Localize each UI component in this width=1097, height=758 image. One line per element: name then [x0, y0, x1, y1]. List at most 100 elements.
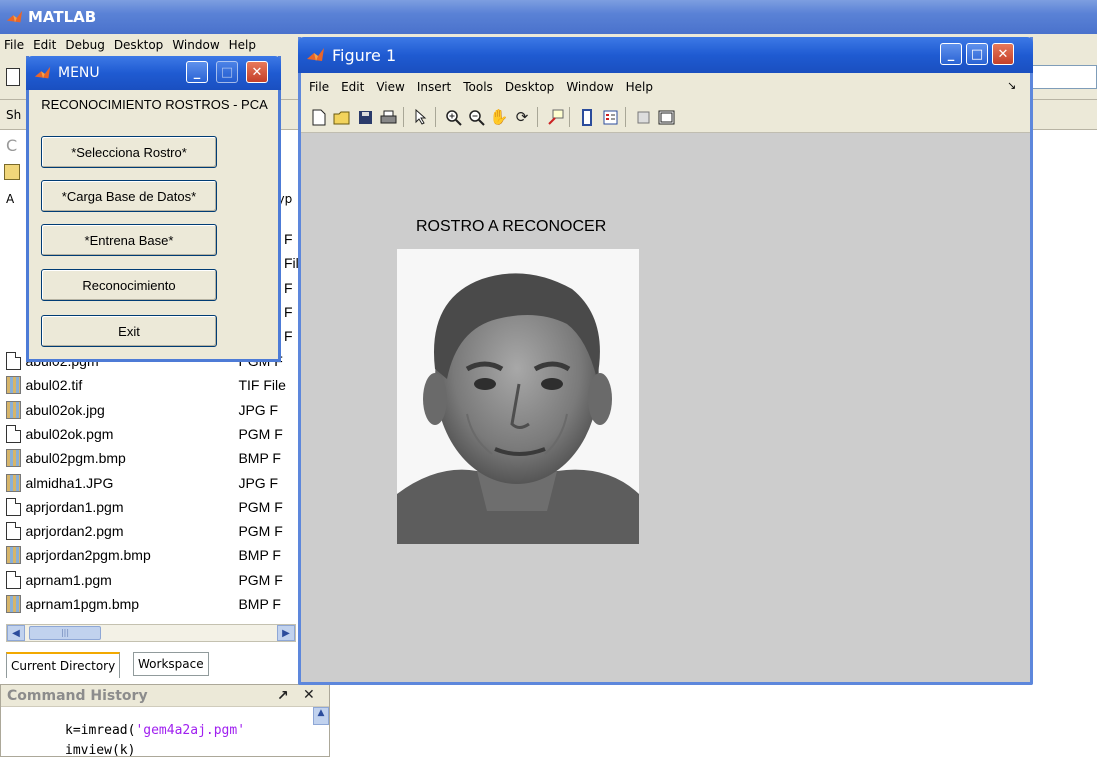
select-face-button[interactable]: *Selecciona Rostro*: [41, 136, 217, 168]
zoom-in-icon[interactable]: [443, 107, 463, 127]
up-folder-icon[interactable]: [4, 164, 20, 180]
close-button[interactable]: ✕: [992, 43, 1014, 65]
toolbar-separator: [537, 107, 538, 127]
file-list-item[interactable]: aprjordan1.pgm PGM F: [6, 496, 296, 518]
scroll-thumb[interactable]: |||: [29, 626, 101, 640]
file-list-item[interactable]: aprnam1pgm.bmp BMP F: [6, 593, 296, 615]
recognition-button[interactable]: Reconocimiento: [41, 269, 217, 301]
file-name: aprjordan2pgm.bmp: [25, 547, 151, 564]
figure-toolbar: ✋ ⟳: [301, 101, 1030, 133]
shortcuts-label[interactable]: Sh: [6, 108, 21, 122]
document-file-icon: [6, 497, 22, 516]
file-name: abul02pgm.bmp: [25, 450, 126, 467]
matlab-menu-edit[interactable]: Edit: [33, 38, 56, 52]
file-list-item[interactable]: aprjordan2pgm.bmp BMP F: [6, 544, 296, 566]
hide-plot-tools-icon[interactable]: [633, 107, 653, 127]
image-file-icon: [6, 473, 22, 492]
zoom-out-icon[interactable]: [466, 107, 486, 127]
document-file-icon: [6, 424, 22, 443]
document-file-icon: [6, 522, 22, 541]
train-base-button[interactable]: *Entrena Base*: [41, 224, 217, 256]
image-file-icon: [6, 546, 22, 565]
file-type: JPG F: [238, 401, 279, 418]
figure-menu-help[interactable]: Help: [626, 80, 653, 94]
minimize-button[interactable]: _: [186, 61, 208, 83]
tab-workspace[interactable]: Workspace: [133, 652, 209, 676]
history-line[interactable]: k=imread('gem4a2aj.pgm': [65, 723, 245, 738]
file-type: PGM F: [238, 523, 283, 540]
maximize-button[interactable]: □: [216, 61, 238, 83]
new-file-icon[interactable]: [6, 68, 20, 86]
figure-title: Figure 1: [332, 45, 397, 65]
undock-icon[interactable]: ↗: [277, 688, 289, 704]
file-list-item[interactable]: almidha1.JPG JPG F: [6, 472, 296, 494]
command-history-title: Command History: [7, 687, 148, 704]
image-file-icon: [6, 449, 22, 468]
matlab-menu-desktop[interactable]: Desktop: [114, 38, 164, 52]
history-scroll-up-icon[interactable]: ▲: [313, 707, 329, 725]
toolbar-separator: [435, 107, 436, 127]
column-header-all[interactable]: A: [6, 192, 14, 206]
scroll-left-icon[interactable]: ◀: [7, 625, 25, 641]
pointer-icon[interactable]: [411, 107, 431, 127]
menu-heading: RECONOCIMIENTO ROSTROS - PCA: [41, 97, 268, 112]
file-name: aprjordan2.pgm: [25, 523, 124, 540]
matlab-menu-help[interactable]: Help: [229, 38, 256, 52]
exit-button[interactable]: Exit: [41, 315, 217, 347]
new-figure-icon[interactable]: [309, 107, 329, 127]
file-type-partial: Fil: [284, 255, 299, 272]
colorbar-icon[interactable]: [577, 107, 597, 127]
history-line[interactable]: imview(k): [65, 743, 135, 758]
save-icon[interactable]: [355, 107, 375, 127]
figure-menu-edit[interactable]: Edit: [341, 80, 364, 94]
file-name: abul02ok.jpg: [25, 401, 105, 418]
minimize-button[interactable]: _: [940, 43, 962, 65]
menu-window-title: MENU: [58, 65, 100, 81]
matlab-menu-window[interactable]: Window: [172, 38, 219, 52]
data-cursor-icon[interactable]: [545, 107, 565, 127]
open-file-icon[interactable]: [332, 107, 352, 127]
current-directory-field[interactable]: [1030, 65, 1097, 89]
matlab-menu-debug[interactable]: Debug: [65, 38, 104, 52]
dock-arrow-icon[interactable]: ↘: [1007, 79, 1016, 92]
figure-menu-window[interactable]: Window: [566, 80, 613, 94]
close-button[interactable]: ✕: [246, 61, 268, 83]
file-list-item[interactable]: abul02.tif TIF File: [6, 374, 296, 396]
figure-menu-file[interactable]: File: [309, 80, 329, 94]
load-database-button[interactable]: *Carga Base de Datos*: [41, 180, 217, 212]
file-list-item[interactable]: abul02pgm.bmp BMP F: [6, 447, 296, 469]
figure-menu-tools[interactable]: Tools: [463, 80, 493, 94]
legend-icon[interactable]: [600, 107, 620, 127]
print-icon[interactable]: [378, 107, 398, 127]
toolbar-separator: [625, 107, 626, 127]
file-type: BMP F: [238, 596, 281, 612]
file-list-item[interactable]: abul02ok.pgm PGM F: [6, 423, 296, 445]
figure-titlebar[interactable]: Figure 1 _ □ ✕: [298, 37, 1033, 73]
menu-window-titlebar[interactable]: MENU _ □ ✕: [26, 56, 281, 90]
maximize-button[interactable]: □: [966, 43, 988, 65]
image-file-icon: [6, 376, 22, 395]
matlab-logo-icon: [34, 66, 51, 79]
figure-menu-view[interactable]: View: [376, 80, 404, 94]
matlab-logo-icon: [6, 10, 23, 23]
image-file-icon: [6, 595, 22, 613]
file-name: almidha1.JPG: [25, 474, 114, 491]
matlab-logo-icon: [307, 48, 324, 61]
file-list-item[interactable]: aprnam1.pgm PGM F: [6, 569, 296, 591]
tab-current-directory[interactable]: Current Directory: [6, 652, 121, 678]
file-type: PGM F: [238, 571, 283, 588]
panel-tabs: Current Directory Workspace: [6, 650, 300, 678]
file-list-item[interactable]: abul02ok.jpg JPG F: [6, 399, 296, 421]
rotate-3d-icon[interactable]: ⟳: [512, 107, 532, 127]
scroll-right-icon[interactable]: ▶: [277, 625, 295, 641]
figure-menu-desktop[interactable]: Desktop: [505, 80, 555, 94]
figure-menu-insert[interactable]: Insert: [417, 80, 451, 94]
file-name: aprjordan1.pgm: [25, 498, 124, 515]
show-plot-tools-icon[interactable]: [656, 107, 676, 127]
pan-hand-icon[interactable]: ✋: [489, 107, 509, 127]
matlab-menu-file[interactable]: File: [4, 38, 24, 52]
file-list-item[interactable]: aprjordan2.pgm PGM F: [6, 520, 296, 542]
file-type: BMP F: [238, 547, 281, 564]
close-panel-icon[interactable]: ✕: [303, 687, 315, 703]
horizontal-scrollbar[interactable]: ◀ ||| ▶: [6, 624, 296, 642]
